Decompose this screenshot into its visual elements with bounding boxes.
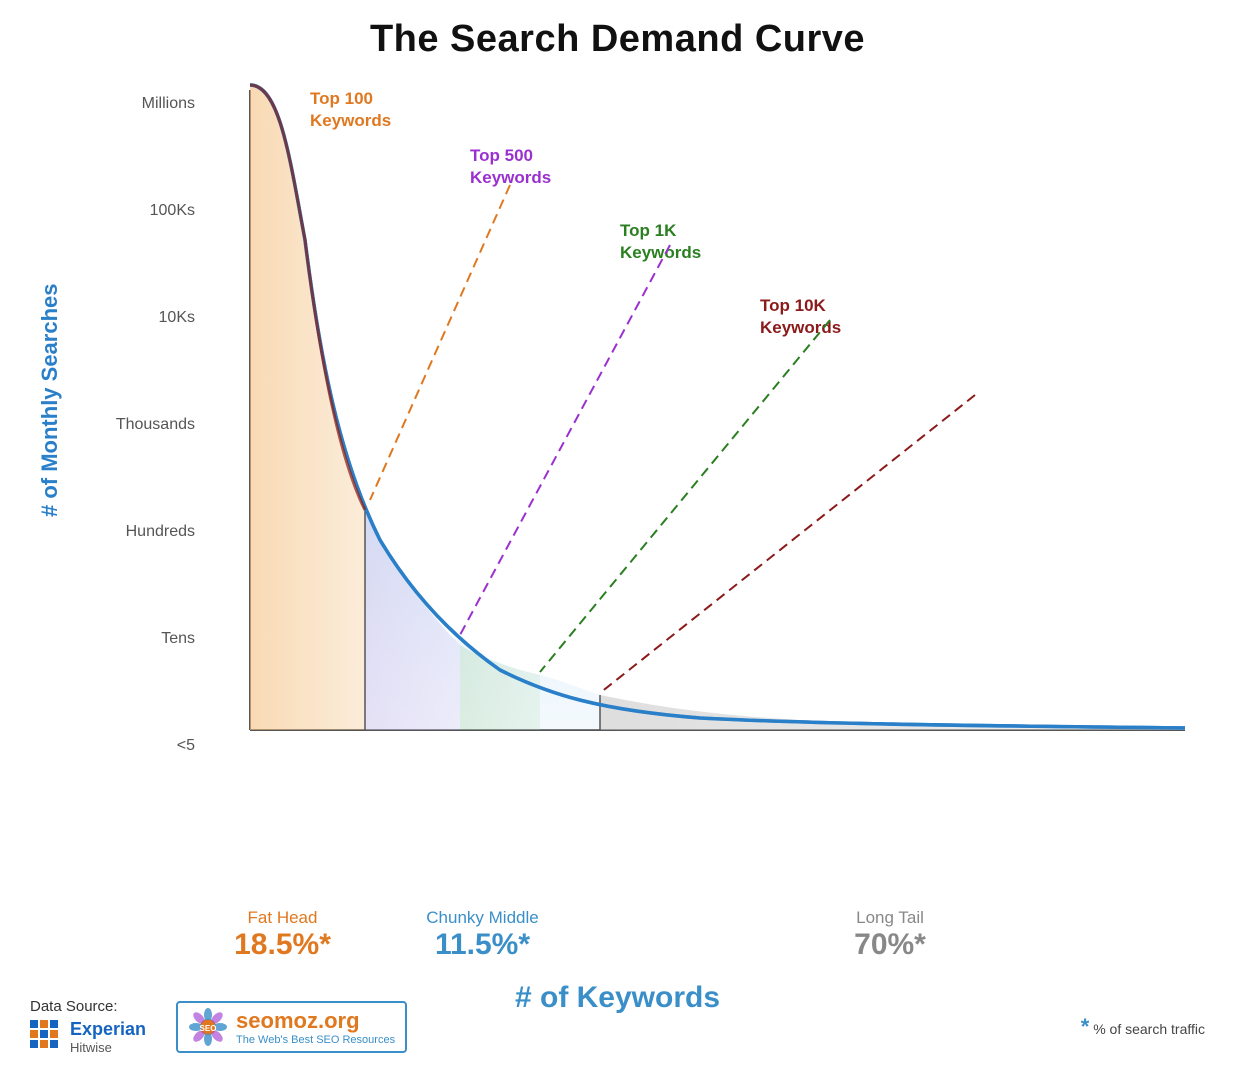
y-axis-ticks: Millions 100Ks 10Ks Thousands Hundreds T… <box>115 95 195 755</box>
seomoz-text: seomoz.org The Web's Best SEO Resources <box>236 1008 395 1046</box>
experian-name: Experian <box>70 1019 146 1040</box>
data-source-label: Data Source: <box>30 998 146 1015</box>
segment-long-tail: Long Tail 70%* <box>600 908 1180 962</box>
experian-logo: Experian Hitwise <box>30 1019 146 1055</box>
chunky-middle-pct: 11.5%* <box>435 928 530 962</box>
asterisk-note: * % of search traffic <box>1081 1014 1205 1040</box>
page-title: The Search Demand Curve <box>0 0 1235 61</box>
segment-chunky-middle: Chunky Middle 11.5%* <box>365 908 600 962</box>
svg-text:SEO: SEO <box>200 1024 217 1033</box>
fat-head-pct: 18.5%* <box>234 928 331 962</box>
y-tick-100ks: 100Ks <box>115 202 195 220</box>
seomoz-flower-icon: SEO <box>188 1007 228 1047</box>
experian-sub: Hitwise <box>70 1040 146 1055</box>
y-tick-thousands: Thousands <box>115 416 195 434</box>
y-tick-lt5: <5 <box>115 737 195 755</box>
seomoz-subtitle: The Web's Best SEO Resources <box>236 1034 395 1046</box>
fat-head-label: Fat Head <box>248 908 318 928</box>
y-tick-hundreds: Hundreds <box>115 523 195 541</box>
asterisk-text: % of search traffic <box>1093 1021 1205 1037</box>
y-axis-label: # of Monthly Searches <box>10 120 90 680</box>
segment-fat-head: Fat Head 18.5%* <box>200 908 365 962</box>
seomoz-logo: SEO seomoz.org The Web's Best SEO Resour… <box>176 1001 407 1053</box>
long-tail-pct: 70%* <box>854 928 926 962</box>
long-tail-label: Long Tail <box>856 908 924 928</box>
chart-area <box>200 80 1190 780</box>
experian-dots-icon <box>30 1020 64 1054</box>
y-tick-millions: Millions <box>115 95 195 113</box>
y-tick-tens: Tens <box>115 630 195 648</box>
y-tick-10ks: 10Ks <box>115 309 195 327</box>
chunky-middle-label: Chunky Middle <box>426 908 538 928</box>
data-source-block: Data Source: Experian Hitwise <box>30 998 146 1055</box>
seomoz-name: seomoz.org <box>236 1008 395 1034</box>
asterisk-star: * <box>1081 1014 1090 1039</box>
footer: Data Source: Experian Hitwise <box>0 998 1235 1055</box>
